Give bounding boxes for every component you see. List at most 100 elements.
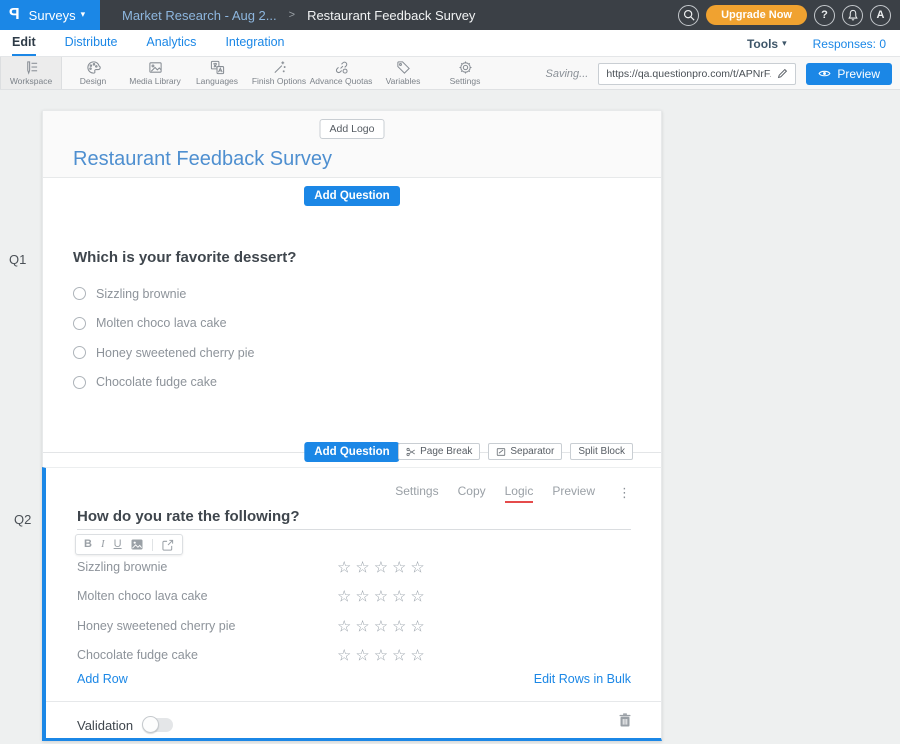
- upgrade-now-button[interactable]: Upgrade Now: [706, 5, 807, 25]
- validation-toggle[interactable]: [143, 718, 173, 732]
- notifications-button[interactable]: [842, 5, 863, 26]
- edit-rows-in-bulk-link[interactable]: Edit Rows in Bulk: [534, 672, 631, 686]
- trash-icon: [619, 713, 631, 727]
- media-image-icon: [148, 60, 163, 75]
- delete-question-button[interactable]: [619, 713, 631, 727]
- workspace-icon: [24, 60, 39, 75]
- split-block-button[interactable]: Split Block: [570, 443, 633, 460]
- breadcrumb-survey: Restaurant Feedback Survey: [307, 8, 475, 23]
- insert-controls-row: Add Question Page Break Separator Split …: [42, 437, 662, 467]
- toolbar-item-languages[interactable]: Languages: [186, 57, 248, 89]
- star-rating[interactable]: ☆☆☆☆☆: [337, 587, 429, 606]
- surveys-menu[interactable]: Surveys ▾: [29, 8, 86, 23]
- q1-question-text[interactable]: Which is your favorite dessert?: [73, 249, 631, 266]
- subnav-right: Tools ▾ Responses: 0: [747, 37, 886, 51]
- question-block-q2-selected: Settings Copy Logic Preview ⋮ How do you…: [42, 467, 662, 741]
- scissors-icon: [406, 447, 416, 457]
- q2-settings-tab[interactable]: Settings: [395, 484, 438, 503]
- question-number-q1: Q1: [9, 252, 26, 267]
- kebab-menu-icon[interactable]: ⋮: [618, 486, 631, 501]
- add-question-button-middle[interactable]: Add Question: [304, 442, 399, 462]
- toolbar-item-finish-options[interactable]: Finish Options: [248, 57, 310, 89]
- surveys-menu-label: Surveys: [29, 8, 76, 23]
- breadcrumb-project[interactable]: Market Research - Aug 2...: [122, 8, 277, 23]
- insert-link-button[interactable]: [162, 539, 174, 551]
- q2-preview-tab[interactable]: Preview: [552, 484, 595, 503]
- insert-image-button[interactable]: [131, 539, 143, 550]
- logo-area[interactable]: P Surveys ▾: [0, 0, 100, 30]
- tab-analytics[interactable]: Analytics: [146, 35, 196, 56]
- responses-count[interactable]: Responses: 0: [813, 37, 886, 51]
- radio-icon[interactable]: [73, 376, 86, 389]
- gear-icon: [458, 60, 473, 75]
- radio-icon[interactable]: [73, 287, 86, 300]
- q1-option-row[interactable]: Molten choco lava cake: [73, 309, 631, 339]
- bold-button[interactable]: B: [84, 539, 92, 550]
- help-button[interactable]: ?: [814, 5, 835, 26]
- tag-icon: [396, 60, 411, 75]
- q1-option-row[interactable]: Sizzling brownie: [73, 279, 631, 309]
- rating-row: Sizzling brownie ☆☆☆☆☆: [77, 552, 631, 582]
- q2-row-links: Add Row Edit Rows in Bulk: [77, 672, 631, 690]
- toolbar-right: Saving... https://qa.questionpro.com/t/A…: [546, 57, 893, 90]
- breadcrumb: Market Research - Aug 2... > Restaurant …: [122, 8, 475, 23]
- toolbar-divider: [152, 539, 153, 551]
- q2-copy-tab[interactable]: Copy: [458, 484, 486, 503]
- add-question-button-top[interactable]: Add Question: [304, 186, 399, 206]
- q2-question-text[interactable]: How do you rate the following?: [77, 508, 300, 525]
- survey-header: Add Logo Restaurant Feedback Survey: [42, 110, 662, 178]
- external-link-icon: [162, 539, 174, 551]
- star-rating[interactable]: ☆☆☆☆☆: [337, 616, 429, 635]
- questionpro-survey-editor: P Surveys ▾ Market Research - Aug 2... >…: [0, 0, 900, 744]
- q2-footer-divider: [46, 701, 661, 702]
- questionpro-logo: P: [9, 6, 20, 24]
- validation-label: Validation: [77, 718, 133, 733]
- question-block-q1: Which is your favorite dessert? Sizzling…: [42, 213, 662, 437]
- top-bar: P Surveys ▾ Market Research - Aug 2... >…: [0, 0, 900, 30]
- separator-button[interactable]: Separator: [488, 443, 562, 460]
- italic-button[interactable]: I: [101, 539, 105, 550]
- toolbar-item-variables[interactable]: Variables: [372, 57, 434, 89]
- tab-edit[interactable]: Edit: [12, 35, 36, 56]
- preview-button[interactable]: Preview: [806, 63, 892, 85]
- search-button[interactable]: [678, 5, 699, 26]
- tab-integration[interactable]: Integration: [225, 35, 284, 56]
- chevron-down-icon: ▾: [782, 39, 787, 49]
- chevron-down-icon: ▾: [81, 10, 86, 20]
- tools-menu[interactable]: Tools ▾: [747, 37, 787, 51]
- topbar-actions: Upgrade Now ? A: [678, 5, 891, 26]
- add-row-link[interactable]: Add Row: [77, 672, 128, 686]
- add-logo-button[interactable]: Add Logo: [320, 119, 385, 139]
- separator-icon: [496, 447, 506, 457]
- survey-title[interactable]: Restaurant Feedback Survey: [73, 148, 332, 171]
- star-rating[interactable]: ☆☆☆☆☆: [337, 646, 429, 665]
- toolbar-item-media-library[interactable]: Media Library: [124, 57, 186, 89]
- q2-footer: Validation: [77, 713, 631, 737]
- toolbar-item-settings[interactable]: Settings: [434, 57, 496, 89]
- rating-row: Honey sweetened cherry pie ☆☆☆☆☆: [77, 611, 631, 641]
- sub-navigation: Edit Distribute Analytics Integration To…: [0, 30, 900, 57]
- survey-url-input[interactable]: https://qa.questionpro.com/t/APNrFZgS: [598, 63, 796, 85]
- rating-row: Chocolate fudge cake ☆☆☆☆☆: [77, 641, 631, 671]
- toolbar-item-advance-quotas[interactable]: Advance Quotas: [310, 57, 372, 89]
- toolbar-item-workspace[interactable]: Workspace: [0, 57, 62, 89]
- bell-icon: [847, 9, 859, 22]
- q2-rating-rows: Sizzling brownie ☆☆☆☆☆ Molten choco lava…: [77, 552, 631, 670]
- rating-row: Molten choco lava cake ☆☆☆☆☆: [77, 582, 631, 612]
- chain-links-icon: [334, 60, 349, 75]
- question-number-q2: Q2: [14, 512, 31, 527]
- pencil-edit-icon[interactable]: [777, 68, 788, 79]
- survey-canvas: Q1 Q2 Add Logo Restaurant Feedback Surve…: [0, 90, 900, 744]
- page-break-button[interactable]: Page Break: [398, 443, 480, 460]
- star-rating[interactable]: ☆☆☆☆☆: [337, 557, 429, 576]
- tab-distribute[interactable]: Distribute: [65, 35, 118, 56]
- q1-option-row[interactable]: Honey sweetened cherry pie: [73, 338, 631, 368]
- underline-button[interactable]: U: [114, 539, 122, 550]
- q1-option-row[interactable]: Chocolate fudge cake: [73, 368, 631, 398]
- radio-icon[interactable]: [73, 317, 86, 330]
- q2-logic-tab[interactable]: Logic: [505, 484, 534, 503]
- survey-url-value: https://qa.questionpro.com/t/APNrFZgS: [606, 68, 771, 80]
- radio-icon[interactable]: [73, 346, 86, 359]
- account-avatar[interactable]: A: [870, 5, 891, 26]
- toolbar-item-design[interactable]: Design: [62, 57, 124, 89]
